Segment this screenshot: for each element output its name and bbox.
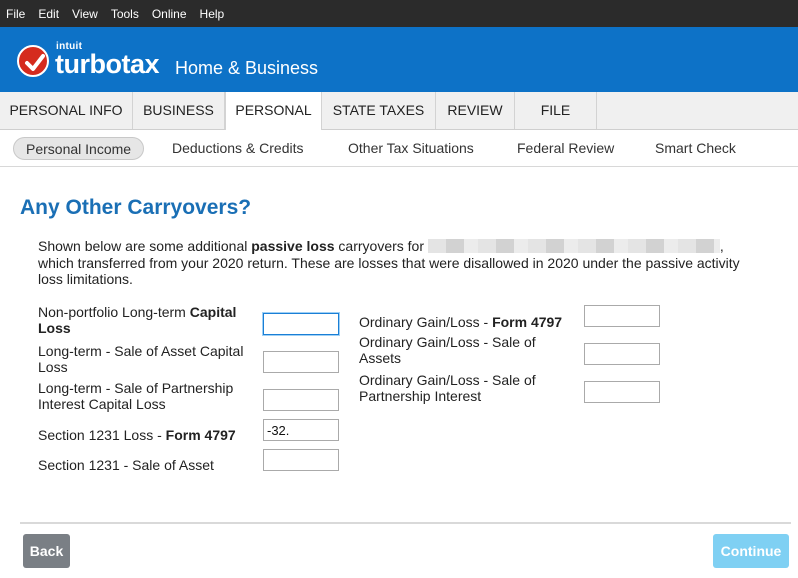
tab-business[interactable]: BUSINESS [133,92,225,129]
label-nonportfolio-lt-capital-loss: Non-portfolio Long-term Capital Loss [38,304,243,336]
product-edition: Home & Business [175,58,319,78]
label-section-1231-sale-asset: Section 1231 - Sale of Asset [38,457,214,473]
input-ordinary-form-4797[interactable] [584,305,660,327]
label-ordinary-sale-partnership: Ordinary Gain/Loss - Sale of Partnership… [359,372,536,404]
subtab-deductions-credits[interactable]: Deductions & Credits [172,137,304,160]
menu-online[interactable]: Online [152,7,187,21]
menu-tools[interactable]: Tools [111,7,139,21]
tab-file[interactable]: FILE [515,92,597,129]
input-ordinary-sale-assets[interactable] [584,343,660,365]
turbotax-check-icon [17,45,49,77]
menu-help[interactable]: Help [200,7,225,21]
label-text: Ordinary Gain/Loss - [359,314,493,330]
label-text: Section 1231 Loss - [38,427,166,443]
input-lt-sale-asset-capital-loss[interactable] [263,351,339,373]
intro-part1: Shown below are some additional [38,238,252,254]
tab-state-taxes[interactable]: STATE TAXES [322,92,436,129]
input-nonportfolio-lt-capital-loss[interactable] [263,313,339,335]
label-section-1231-loss: Section 1231 Loss - Form 4797 [38,427,258,443]
redacted-name [427,239,720,253]
page-title: Any Other Carryovers? [20,196,252,219]
intro-bold: passive loss [251,238,335,254]
subtab-personal-income[interactable]: Personal Income [13,137,145,160]
input-lt-sale-partnership-capital-loss[interactable] [263,389,339,411]
sub-tabs: Personal Income Deductions & Credits Oth… [0,130,798,167]
subtab-other-tax-situations[interactable]: Other Tax Situations [348,137,474,160]
label-bold: Form 4797 [492,314,563,330]
menu-view[interactable]: View [72,7,98,21]
subtab-smart-check[interactable]: Smart Check [655,137,736,160]
label-ordinary-form-4797: Ordinary Gain/Loss - Form 4797 [359,314,574,330]
input-section-1231-loss[interactable] [263,419,339,441]
input-section-1231-sale-asset[interactable] [263,449,339,471]
footer-divider [20,522,791,524]
tab-review[interactable]: REVIEW [436,92,515,129]
menu-bar: File Edit View Tools Online Help [0,0,798,27]
menu-file[interactable]: File [6,7,25,21]
continue-button[interactable]: Continue [713,534,789,568]
menu-edit[interactable]: Edit [38,7,59,21]
label-ordinary-sale-assets: Ordinary Gain/Loss - Sale of Assets [359,334,536,366]
label-text: Non-portfolio Long-term [38,304,190,320]
intro-part2: carryovers for [334,238,428,254]
label-lt-sale-asset-capital-loss: Long-term - Sale of Asset Capital Loss [38,343,244,375]
input-ordinary-sale-partnership[interactable] [584,381,660,403]
main-tabs: PERSONAL INFO BUSINESS PERSONAL STATE TA… [0,92,798,131]
label-lt-sale-partnership-capital-loss: Long-term - Sale of Partnership Interest… [38,380,234,412]
turbotax-logo-text: turbotax [55,49,160,79]
subtab-federal-review[interactable]: Federal Review [517,137,614,160]
back-button[interactable]: Back [23,534,70,568]
intro-text: Shown below are some additional passive … [38,238,750,288]
tab-personal[interactable]: PERSONAL [225,92,322,131]
label-bold: Form 4797 [165,427,236,443]
tab-personal-info[interactable]: PERSONAL INFO [0,92,133,129]
